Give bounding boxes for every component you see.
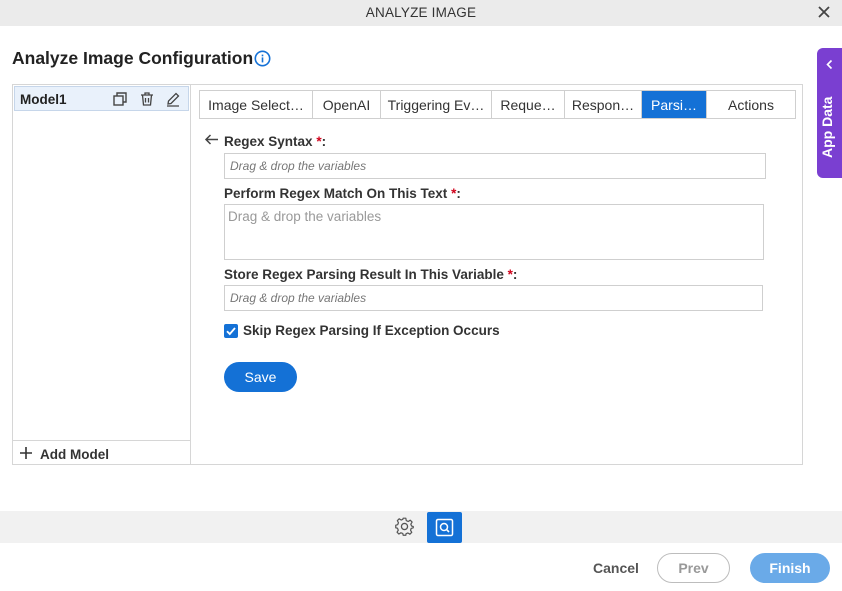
tab-parsing[interactable]: Parsi… xyxy=(642,91,707,118)
window-title: ANALYZE IMAGE xyxy=(365,5,477,20)
close-icon[interactable] xyxy=(816,4,832,20)
image-search-icon xyxy=(435,518,454,537)
add-model-label: Add Model xyxy=(40,447,109,462)
skip-exception-checkbox[interactable] xyxy=(224,324,238,338)
save-button[interactable]: Save xyxy=(224,362,297,392)
tab-request[interactable]: Reque… xyxy=(492,91,565,118)
plus-icon xyxy=(20,447,32,459)
tab-response[interactable]: Respon… xyxy=(565,91,642,118)
model-name: Model1 xyxy=(20,92,67,107)
gear-icon[interactable] xyxy=(394,516,415,537)
regex-match-text-label: Perform Regex Match On This Text *: xyxy=(224,186,461,201)
back-arrow-icon[interactable] xyxy=(204,133,219,146)
model-list: Model1 Add Model xyxy=(12,84,191,465)
model-item[interactable]: Model1 xyxy=(14,86,189,111)
skip-exception-label: Skip Regex Parsing If Exception Occurs xyxy=(243,323,500,338)
store-result-input[interactable]: Drag & drop the variables xyxy=(224,285,763,311)
add-model-button[interactable]: Add Model xyxy=(12,440,190,465)
tab-actions[interactable]: Actions xyxy=(707,91,795,118)
app-data-panel-toggle[interactable]: App Data xyxy=(817,48,842,178)
regex-syntax-input[interactable]: Drag & drop the variables xyxy=(224,153,766,179)
tab-triggering-events[interactable]: Triggering Ev… xyxy=(381,91,492,118)
delete-icon[interactable] xyxy=(139,91,155,107)
checkmark-icon xyxy=(226,327,236,336)
chevron-left-icon xyxy=(826,59,833,70)
regex-match-text-input[interactable]: Drag & drop the variables xyxy=(224,204,764,260)
tab-image-selection[interactable]: Image Select… xyxy=(200,91,313,118)
page-title: Analyze Image Configuration xyxy=(12,48,254,68)
finish-button[interactable]: Finish xyxy=(750,553,830,583)
edit-icon[interactable] xyxy=(165,91,181,107)
analyze-image-button[interactable] xyxy=(427,512,462,543)
app-data-label: App Data xyxy=(819,96,835,158)
copy-icon[interactable] xyxy=(112,91,128,107)
store-result-label: Store Regex Parsing Result In This Varia… xyxy=(224,267,518,282)
prev-button[interactable]: Prev xyxy=(657,553,730,583)
bottom-toolbar xyxy=(0,511,842,543)
tab-openai[interactable]: OpenAI xyxy=(313,91,381,118)
tab-bar: Image Select… OpenAI Triggering Ev… Requ… xyxy=(199,90,796,119)
cancel-button[interactable]: Cancel xyxy=(593,560,639,576)
title-bar: ANALYZE IMAGE xyxy=(0,0,842,26)
regex-syntax-label: Regex Syntax *: xyxy=(224,134,327,149)
info-icon[interactable] xyxy=(254,50,271,67)
